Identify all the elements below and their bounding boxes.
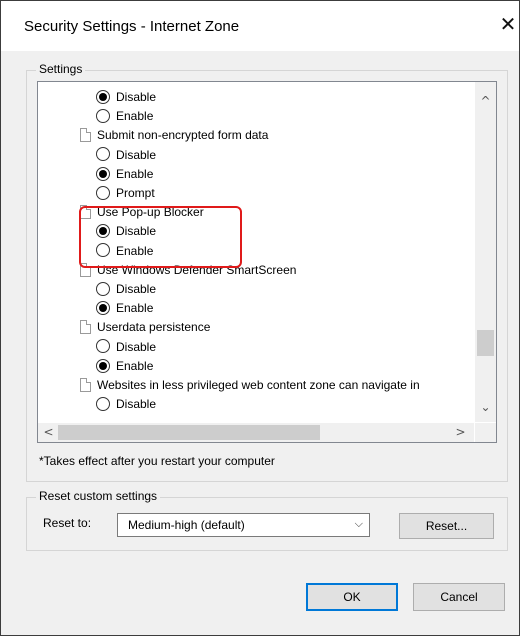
scroll-right-icon[interactable]: >: [450, 423, 471, 442]
scroll-left-icon[interactable]: <: [38, 423, 59, 442]
title-bar: Security Settings - Internet Zone ✕: [1, 1, 519, 51]
setting-option-radio[interactable]: Disable: [96, 146, 156, 165]
setting-label: Use Windows Defender SmartScreen: [97, 262, 297, 277]
setting-label: Enable: [116, 109, 154, 124]
radio-unselected-icon: [96, 243, 110, 258]
reset-to-label: Reset to:: [43, 516, 92, 530]
radio-selected-icon: [96, 301, 110, 316]
reset-button[interactable]: Reset...: [399, 513, 494, 539]
reset-level-select[interactable]: Medium-high (default) ⌵: [117, 513, 370, 537]
reset-group-label: Reset custom settings: [36, 489, 161, 503]
setting-label: Enable: [116, 243, 154, 258]
radio-selected-icon: [96, 166, 110, 181]
setting-category: Websites in less privileged web content …: [80, 376, 420, 395]
radio-selected-icon: [96, 89, 110, 104]
setting-option-radio[interactable]: Disable: [96, 280, 156, 299]
document-icon: [80, 320, 91, 335]
setting-option-radio[interactable]: Disable: [96, 88, 156, 107]
document-icon: [80, 377, 91, 392]
reset-level-value: Medium-high (default): [128, 518, 245, 532]
document-icon: [80, 262, 91, 277]
radio-selected-icon: [96, 358, 110, 373]
setting-option-radio[interactable]: Enable: [96, 299, 153, 318]
scrollbar-corner: [475, 423, 496, 442]
setting-label: Prompt: [116, 186, 155, 200]
setting-label: Submit non-encrypted form data: [97, 128, 269, 143]
setting-label: Disable: [116, 282, 157, 296]
restart-note: *Takes effect after you restart your com…: [39, 454, 275, 468]
ok-button[interactable]: OK: [306, 583, 398, 611]
settings-items: Disable Enable Submit non-encrypted form d…: [38, 82, 474, 422]
cancel-button[interactable]: Cancel: [413, 583, 505, 611]
setting-label: Enable: [116, 358, 154, 373]
radio-selected-icon: [96, 224, 110, 239]
setting-option-radio[interactable]: Enable: [96, 357, 153, 376]
radio-unselected-icon: [96, 397, 110, 412]
radio-unselected-icon: [96, 109, 110, 124]
setting-label: Disable: [116, 90, 157, 104]
vertical-scroll-thumb[interactable]: [477, 330, 494, 356]
close-icon[interactable]: ✕: [497, 11, 519, 37]
vertical-scrollbar[interactable]: ^ ⌄: [475, 82, 496, 422]
setting-option-radio[interactable]: Disable: [96, 395, 156, 414]
setting-label: Use Pop-up Blocker: [97, 205, 204, 220]
horizontal-scroll-thumb[interactable]: [58, 425, 320, 440]
setting-option-radio[interactable]: Prompt: [96, 184, 155, 203]
security-settings-dialog: Security Settings - Internet Zone ✕ Sett…: [0, 0, 520, 636]
setting-category: Use Pop-up Blocker: [80, 203, 204, 222]
settings-list[interactable]: Disable Enable Submit non-encrypted form d…: [37, 81, 497, 443]
radio-unselected-icon: [96, 339, 110, 354]
scroll-up-icon[interactable]: ^: [475, 92, 496, 111]
document-icon: [80, 128, 91, 143]
setting-option-radio[interactable]: Enable: [96, 165, 153, 184]
radio-unselected-icon: [96, 185, 110, 200]
scroll-down-icon[interactable]: ⌄: [475, 398, 496, 417]
setting-label: Websites in less privileged web content …: [97, 378, 420, 392]
setting-category: Userdata persistence: [80, 318, 210, 337]
setting-option-radio[interactable]: Enable: [96, 242, 153, 261]
document-icon: [80, 205, 91, 220]
setting-option-radio[interactable]: Disable: [96, 222, 156, 241]
dialog-title: Security Settings - Internet Zone: [24, 18, 240, 35]
chevron-down-icon: ⌵: [354, 517, 363, 530]
radio-unselected-icon: [96, 147, 110, 162]
horizontal-scrollbar[interactable]: < >: [38, 423, 474, 442]
settings-group-label: Settings: [36, 62, 86, 76]
setting-option-radio[interactable]: Disable: [96, 338, 156, 357]
setting-label: Disable: [116, 147, 157, 162]
setting-category: Use Windows Defender SmartScreen: [80, 261, 296, 280]
radio-unselected-icon: [96, 281, 110, 296]
setting-label: Userdata persistence: [97, 320, 211, 335]
setting-label: Enable: [116, 166, 154, 181]
setting-label: Disable: [116, 397, 157, 412]
setting-label: Enable: [116, 301, 154, 316]
setting-category: Submit non-encrypted form data: [80, 126, 268, 145]
setting-option-radio[interactable]: Enable: [96, 107, 153, 126]
setting-label: Disable: [116, 339, 157, 354]
setting-label: Disable: [116, 224, 157, 239]
